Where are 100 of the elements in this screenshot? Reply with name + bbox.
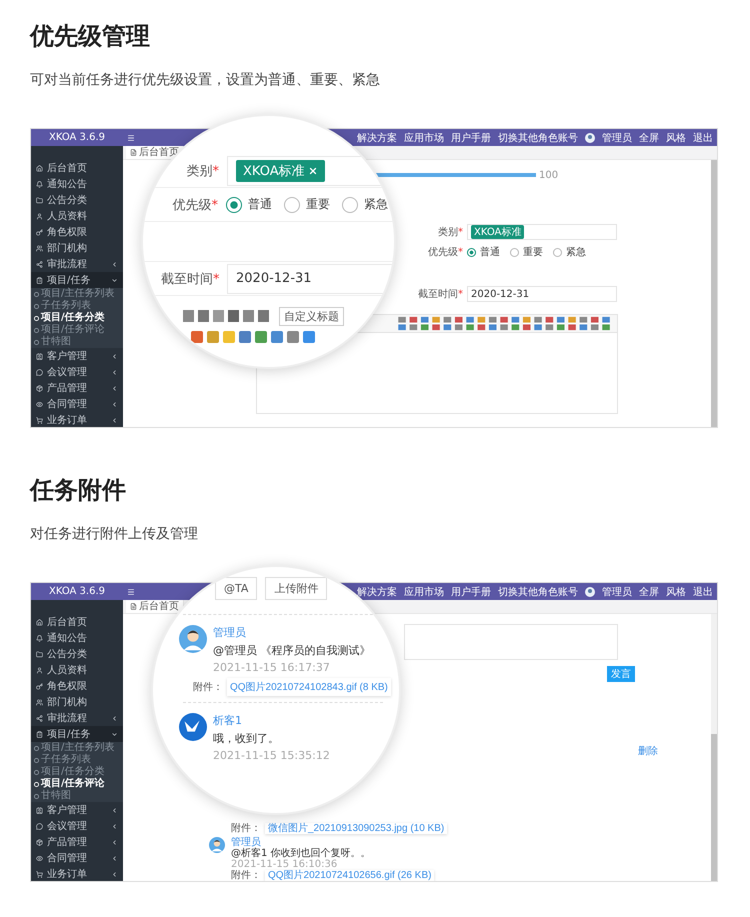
header-link[interactable]: 切换其他角色账号 (498, 130, 578, 144)
chevron-left-icon (111, 384, 118, 392)
radio-button[interactable] (510, 248, 519, 256)
submenu-item[interactable]: 项目/任务评论 (31, 324, 123, 336)
header-link[interactable]: 用户手册 (451, 584, 491, 598)
sidebar-item[interactable]: 人员资料 (31, 662, 123, 678)
header-link[interactable]: 全屏 (639, 584, 659, 598)
sidebar-item[interactable]: 产品管理 (31, 834, 123, 850)
radio-button[interactable] (553, 248, 562, 256)
menu-item-icon (36, 196, 43, 204)
submenu-item[interactable]: 项目/任务评论 (31, 778, 123, 790)
bullet-icon (34, 304, 39, 308)
remove-icon[interactable] (308, 166, 318, 176)
heading-dropdown[interactable]: 自定义标题 (279, 306, 344, 326)
submenu-item[interactable]: 项目/任务分类 (31, 766, 123, 778)
header-link[interactable]: 退出 (693, 130, 713, 144)
sidebar-item[interactable]: 项目/任务 (31, 272, 123, 288)
radio-label: 重要 (306, 196, 330, 213)
sidebar-item[interactable]: 后台首页 (31, 160, 123, 176)
field-label: 类别* (437, 226, 463, 239)
sidebar-item[interactable]: 审批流程 (31, 256, 123, 272)
sidebar-item[interactable]: 合同管理 (31, 396, 123, 412)
scrollbar[interactable] (711, 160, 717, 427)
submenu-item[interactable]: 子任务列表 (31, 300, 123, 312)
app-logo: XKOA 3.6.9 (31, 129, 123, 146)
toolbar-button[interactable]: 上传附件 (265, 577, 328, 600)
sidebar-item[interactable]: 人员资料 (31, 208, 123, 224)
radio-button[interactable] (226, 196, 242, 212)
header-link[interactable]: 解决方案 (357, 584, 397, 598)
chevron-left-icon (111, 838, 118, 846)
menu-item-icon (36, 416, 43, 424)
header-link[interactable]: 风格 (666, 584, 686, 598)
menu-item-icon (36, 714, 43, 722)
radio-label: 普通 (248, 196, 272, 213)
header-link[interactable]: 解决方案 (357, 130, 397, 144)
radio-button[interactable] (284, 196, 300, 212)
bullet-icon (34, 292, 39, 296)
header-link[interactable]: 退出 (693, 584, 713, 598)
sidebar-item[interactable]: 客户管理 (31, 802, 123, 818)
chevron-left-icon (111, 416, 118, 424)
user-name[interactable]: 管理员 (602, 584, 632, 598)
menu-item-icon (36, 352, 43, 360)
sidebar-item[interactable]: 业务订单 (31, 866, 123, 881)
sidebar-item[interactable]: 客户管理 (31, 348, 123, 364)
header-link[interactable]: 用户手册 (451, 130, 491, 144)
sidebar-item[interactable]: 公告分类 (31, 192, 123, 208)
submenu-item[interactable]: 甘特图 (31, 336, 123, 348)
bullet-icon (34, 746, 39, 750)
avatar-icon (585, 586, 595, 596)
date-field[interactable]: 2020-12-31 (467, 286, 617, 302)
header-link[interactable]: 全屏 (639, 130, 659, 144)
sidebar-item[interactable]: 角色权限 (31, 224, 123, 240)
sidebar-item[interactable]: 审批流程 (31, 710, 123, 726)
submenu-item[interactable]: 项目/任务分类 (31, 312, 123, 324)
comment-text: @管理员 《程序员的自我测试》 (213, 643, 370, 658)
chevron-left-icon (111, 368, 118, 376)
radio-button[interactable] (467, 248, 476, 256)
sidebar-item[interactable]: 合同管理 (31, 850, 123, 866)
submenu-item[interactable]: 项目/主任务列表 (31, 742, 123, 754)
sidebar-item[interactable]: 角色权限 (31, 678, 123, 694)
sidebar-item[interactable]: 部门机构 (31, 694, 123, 710)
sidebar-item[interactable]: 通知公告 (31, 630, 123, 646)
toolbar-button[interactable]: @TA (215, 577, 258, 600)
comment-input[interactable] (404, 624, 618, 660)
menu-icon[interactable] (127, 134, 135, 142)
submenu-item[interactable]: 甘特图 (31, 790, 123, 802)
comment-time: 2021-11-15 16:17:37 (213, 661, 331, 674)
category-select[interactable]: XKOA标准 (467, 224, 617, 240)
header-link[interactable]: 应用市场 (404, 130, 444, 144)
header-link[interactable]: 风格 (666, 130, 686, 144)
section-description: 对任务进行附件上传及管理 (30, 525, 199, 544)
page-tab[interactable]: 后台首页 (126, 600, 184, 613)
comment-time: 2021-11-15 16:10:36 (231, 859, 338, 870)
menu-item-icon (36, 180, 43, 188)
sidebar-item[interactable]: 业务订单 (31, 412, 123, 427)
delete-link[interactable]: 删除 (638, 744, 658, 758)
sidebar-item[interactable]: 会议管理 (31, 818, 123, 834)
logo-avatar (179, 713, 207, 741)
sidebar-item[interactable]: 公告分类 (31, 646, 123, 662)
chevron-left-icon (111, 854, 118, 862)
scrollbar[interactable] (711, 734, 717, 881)
progress-value: 100 (539, 170, 558, 180)
sidebar-item[interactable]: 会议管理 (31, 364, 123, 380)
header-link[interactable]: 切换其他角色账号 (498, 584, 578, 598)
header-link[interactable]: 应用市场 (404, 584, 444, 598)
radio-button[interactable] (342, 196, 358, 212)
sidebar-item[interactable]: 部门机构 (31, 240, 123, 256)
section-title: 优先级管理 (30, 21, 151, 52)
user-name[interactable]: 管理员 (602, 130, 632, 144)
submenu-item[interactable]: 子任务列表 (31, 754, 123, 766)
submenu-item[interactable]: 项目/主任务列表 (31, 288, 123, 300)
bullet-icon (34, 782, 39, 786)
menu-item-icon (36, 634, 43, 642)
sidebar-item[interactable]: 后台首页 (31, 614, 123, 630)
menu-icon[interactable] (127, 588, 135, 596)
comment-time: 2021-11-15 15:35:12 (213, 749, 330, 762)
sidebar-item[interactable]: 项目/任务 (31, 726, 123, 742)
sidebar-item[interactable]: 产品管理 (31, 380, 123, 396)
date-field[interactable]: 2020-12-31 (227, 264, 394, 294)
sidebar-item[interactable]: 通知公告 (31, 176, 123, 192)
